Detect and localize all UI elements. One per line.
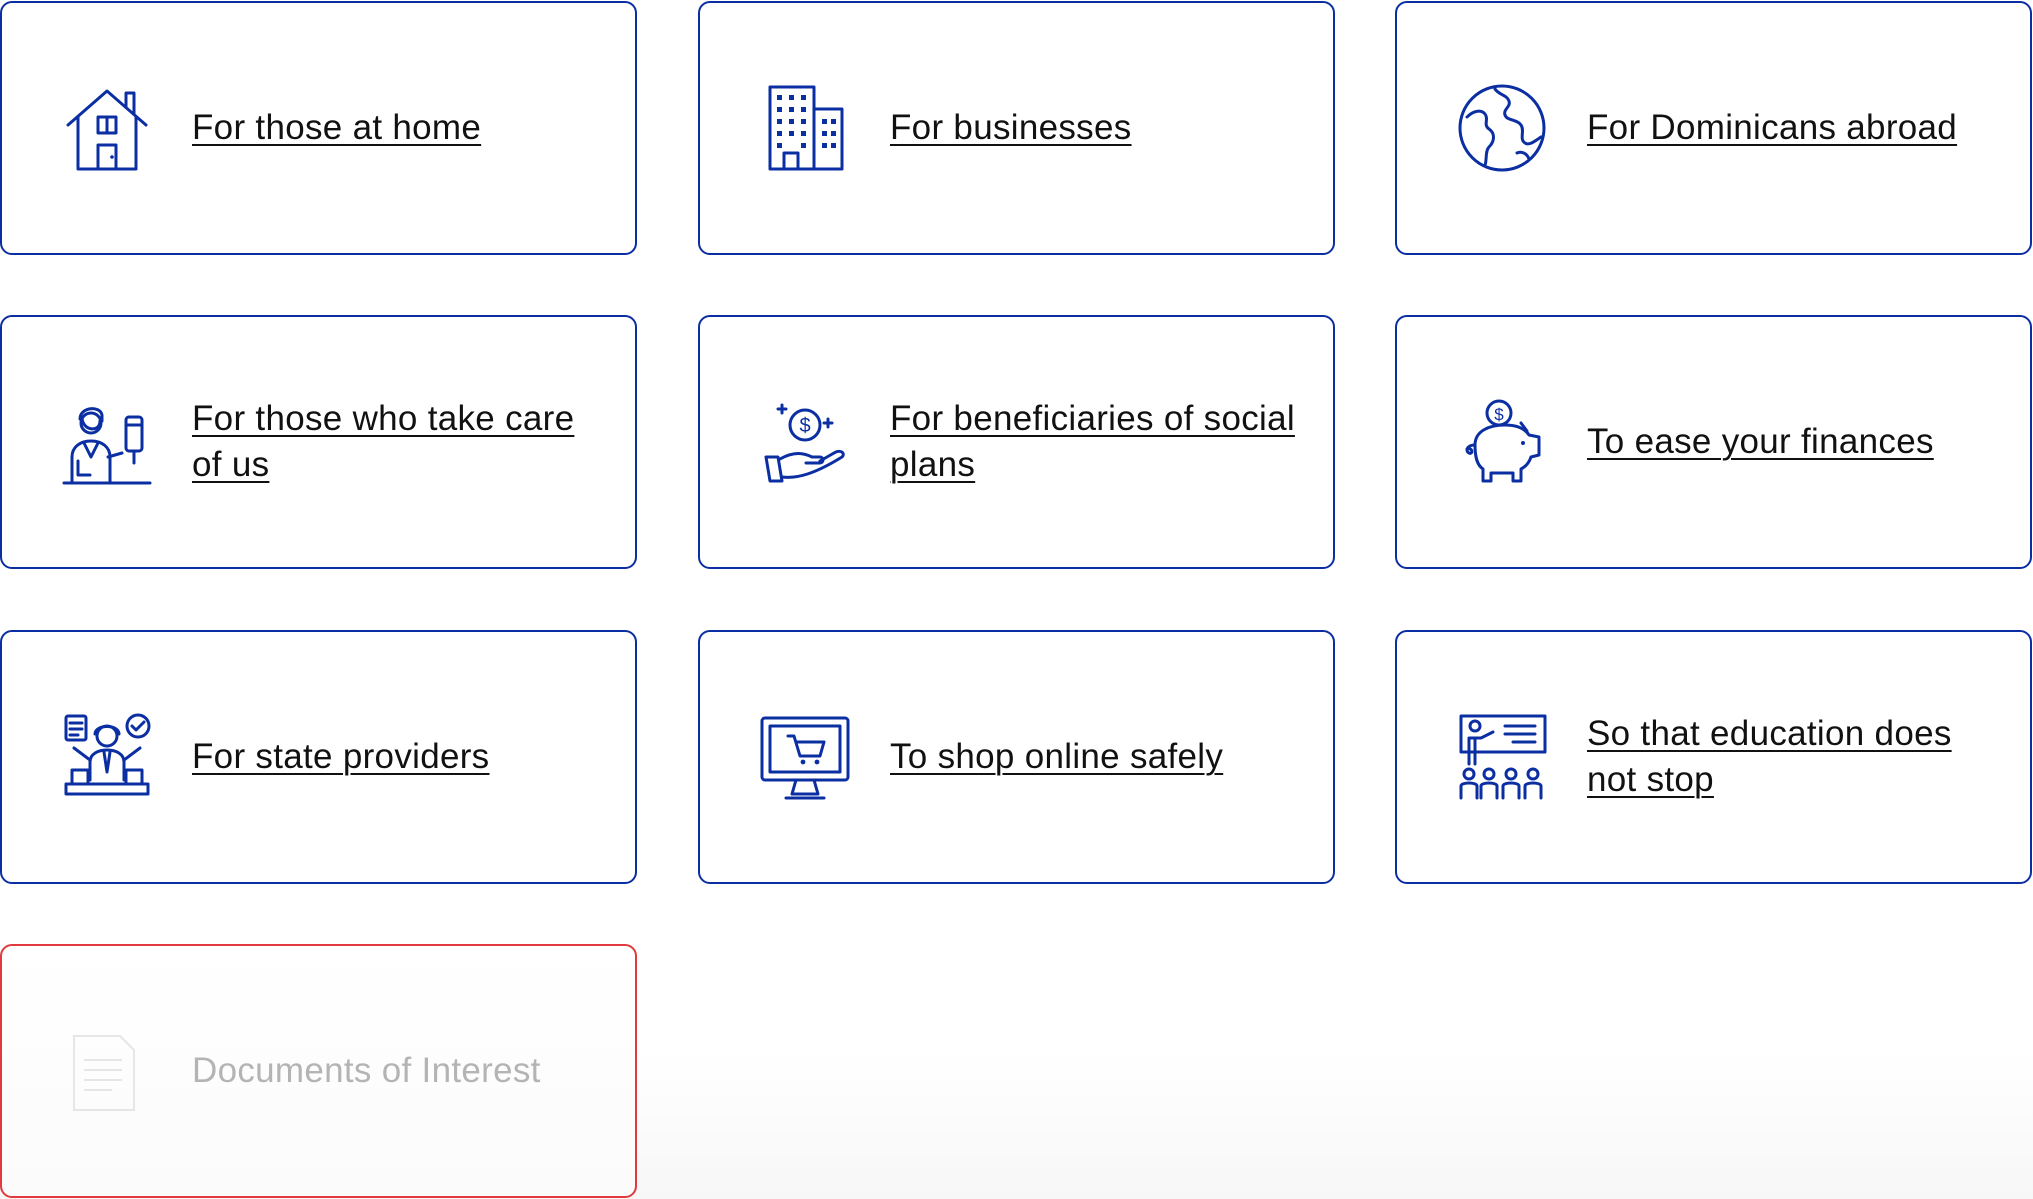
card-for-businesses[interactable]: For businesses [698, 1, 1335, 255]
card-for-dominicans-abroad[interactable]: For Dominicans abroad [1395, 1, 2032, 255]
services-grid: For those at home For businesses For Dom… [0, 0, 2033, 1199]
hand-coin-icon: $ [758, 395, 852, 489]
svg-text:$: $ [799, 415, 810, 437]
piggy-bank-icon: $ [1455, 395, 1549, 489]
card-for-beneficiaries-of-social-plans[interactable]: $ For beneficiaries of social plans [698, 315, 1335, 569]
card-label[interactable]: For state providers [192, 734, 605, 780]
card-label[interactable]: So that education does not stop [1587, 711, 2000, 803]
document-icon [60, 1024, 154, 1118]
card-label[interactable]: Documents of Interest [192, 1048, 605, 1094]
svg-text:$: $ [1494, 405, 1504, 424]
card-documents-of-interest[interactable]: Documents of Interest [0, 944, 637, 1198]
teacher-class-icon [1455, 710, 1549, 804]
card-for-those-at-home[interactable]: For those at home [0, 1, 637, 255]
card-label[interactable]: For businesses [890, 105, 1303, 151]
card-to-shop-online-safely[interactable]: To shop online safely [698, 630, 1335, 884]
house-icon [60, 81, 154, 175]
card-label[interactable]: For those at home [192, 105, 605, 151]
globe-icon [1455, 81, 1549, 175]
card-label[interactable]: To ease your finances [1587, 419, 2000, 465]
card-label[interactable]: To shop online safely [890, 734, 1303, 780]
card-label[interactable]: For Dominicans abroad [1587, 105, 2000, 151]
card-for-state-providers[interactable]: For state providers [0, 630, 637, 884]
card-label[interactable]: For those who take care of us [192, 396, 605, 488]
card-for-those-who-take-care-of-us[interactable]: For those who take care of us [0, 315, 637, 569]
healthcare-worker-icon [60, 395, 154, 489]
monitor-cart-icon [758, 710, 852, 804]
office-building-icon [758, 81, 852, 175]
card-so-that-education-does-not-stop[interactable]: So that education does not stop [1395, 630, 2032, 884]
card-label[interactable]: For beneficiaries of social plans [890, 396, 1303, 488]
provider-icon [60, 710, 154, 804]
card-to-ease-your-finances[interactable]: $ To ease your finances [1395, 315, 2032, 569]
